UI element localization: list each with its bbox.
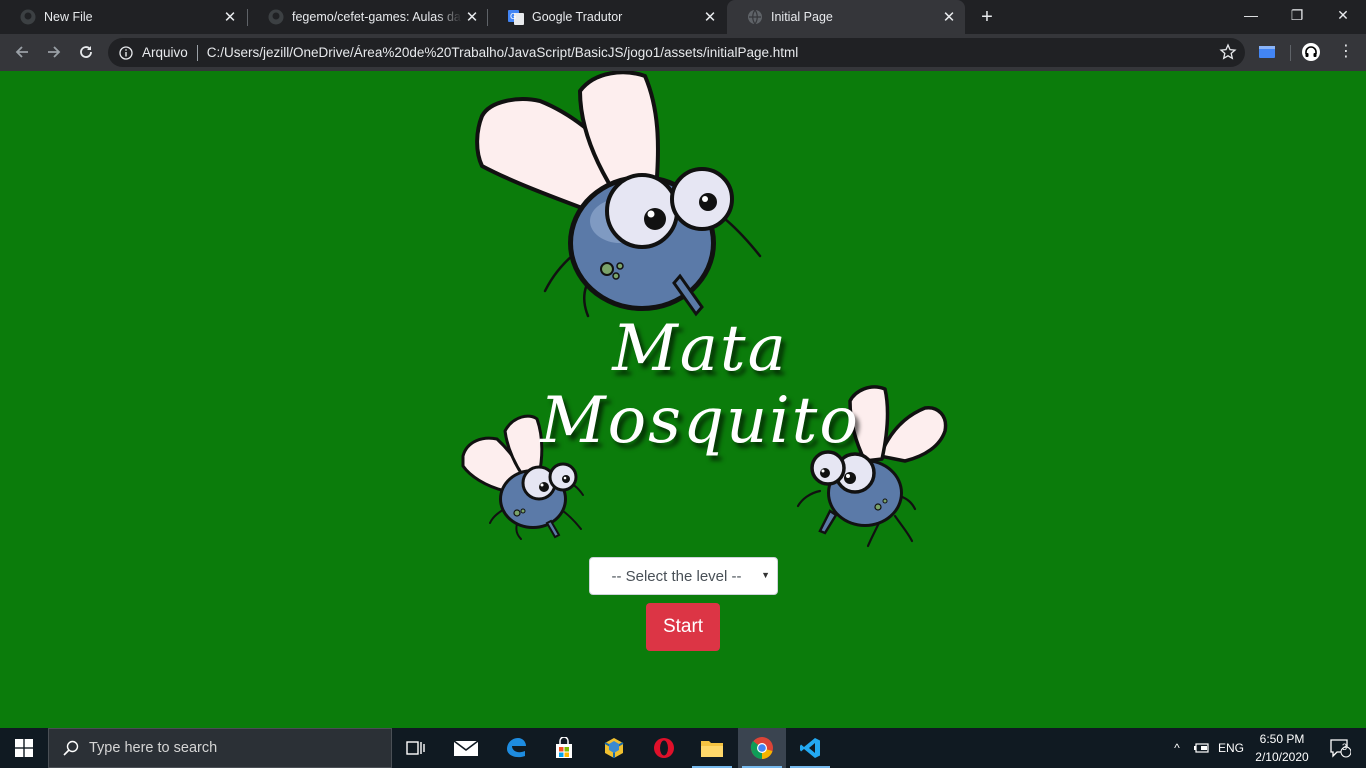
page-viewport: Mata Mosquito -- Select the level -- ▼ S… bbox=[0, 71, 1366, 728]
edge-icon bbox=[507, 738, 526, 758]
windows-logo-icon bbox=[15, 739, 33, 757]
notification-count: 3 bbox=[1342, 742, 1348, 752]
globe-icon bbox=[747, 9, 763, 25]
mosquito-large-image bbox=[475, 71, 762, 318]
folder-icon bbox=[701, 741, 723, 757]
back-button[interactable] bbox=[9, 39, 35, 65]
headphones-icon[interactable] bbox=[1302, 43, 1320, 61]
level-select[interactable]: -- Select the level -- ▼ bbox=[589, 557, 778, 595]
omnibox-divider bbox=[196, 44, 198, 61]
info-icon[interactable] bbox=[118, 45, 134, 61]
game-title-line2: Mosquito bbox=[540, 384, 860, 458]
close-icon[interactable]: ✕ bbox=[462, 7, 482, 27]
close-icon[interactable]: ✕ bbox=[220, 7, 240, 27]
mail-icon bbox=[453, 740, 479, 756]
tab-google-tradutor[interactable]: G Google Tradutor ✕ bbox=[488, 0, 726, 34]
chevron-down-icon: ▼ bbox=[761, 570, 770, 580]
taskbar-opera[interactable] bbox=[640, 728, 688, 768]
close-icon[interactable]: ✕ bbox=[939, 7, 959, 27]
game-title-line1: Mata bbox=[612, 312, 788, 386]
reload-button[interactable] bbox=[73, 39, 99, 65]
clock[interactable]: 6:50 PM 2/10/2020 bbox=[1252, 730, 1312, 766]
taskbar-file-explorer[interactable] bbox=[688, 728, 736, 768]
chrome-icon bbox=[750, 737, 773, 759]
browser-toolbar: Arquivo C:/Users/jezill/OneDrive/Área%20… bbox=[0, 34, 1366, 71]
start-button[interactable]: Start bbox=[646, 603, 720, 651]
windows-start-button[interactable] bbox=[0, 728, 48, 768]
clock-time: 6:50 PM bbox=[1259, 732, 1305, 746]
taskbar-search-box[interactable]: Type here to search bbox=[48, 728, 392, 768]
task-view-button[interactable] bbox=[392, 728, 440, 768]
restore-button[interactable]: ❐ bbox=[1274, 0, 1320, 30]
extension-icon[interactable] bbox=[1258, 43, 1276, 61]
clock-date: 2/10/2020 bbox=[1255, 750, 1309, 764]
arrow-right-icon bbox=[48, 46, 61, 58]
opera-icon bbox=[654, 738, 674, 758]
github-icon bbox=[20, 9, 36, 25]
address-bar[interactable]: Arquivo C:/Users/jezill/OneDrive/Área%20… bbox=[108, 38, 1245, 67]
toolbar-divider bbox=[1290, 45, 1291, 61]
taskbar-mail[interactable] bbox=[442, 728, 490, 768]
close-icon[interactable]: ✕ bbox=[700, 7, 720, 27]
battery-icon[interactable] bbox=[1190, 728, 1212, 768]
search-icon bbox=[63, 740, 79, 756]
tab-new-file[interactable]: New File ✕ bbox=[0, 0, 246, 34]
svg-text:G: G bbox=[510, 12, 516, 21]
vscode-icon bbox=[800, 738, 820, 758]
minimize-button[interactable]: — bbox=[1228, 0, 1274, 30]
google-translate-icon: G bbox=[508, 9, 524, 25]
task-view-icon bbox=[406, 741, 425, 755]
taskbar-store[interactable] bbox=[540, 728, 588, 768]
taskbar-3d-app[interactable] bbox=[590, 728, 638, 768]
action-center-button[interactable]: 3 bbox=[1320, 728, 1360, 768]
url-text[interactable]: C:/Users/jezill/OneDrive/Área%20de%20Tra… bbox=[207, 45, 799, 60]
tab-strip: New File ✕ fegemo/cefet-games: Aulas da … bbox=[0, 0, 1366, 34]
tab-initial-page[interactable]: Initial Page ✕ bbox=[727, 0, 965, 34]
scheme-label: Arquivo bbox=[142, 45, 188, 60]
tab-cefet-games[interactable]: fegemo/cefet-games: Aulas da disciplina … bbox=[248, 0, 488, 34]
taskbar-vscode[interactable] bbox=[786, 728, 834, 768]
level-select-placeholder: -- Select the level -- bbox=[611, 567, 742, 585]
tab-title: New File bbox=[44, 10, 93, 24]
game-title: Mata Mosquito bbox=[460, 313, 940, 457]
chevron-up-icon[interactable]: ^ bbox=[1166, 728, 1188, 768]
taskbar: Type here to search ^ ENG 6:50 PM 2/10/2… bbox=[0, 728, 1366, 768]
store-icon bbox=[556, 737, 572, 758]
taskbar-edge[interactable] bbox=[492, 728, 540, 768]
bookmark-star-icon[interactable] bbox=[1219, 43, 1237, 61]
kebab-menu-icon[interactable]: ⋮ bbox=[1336, 42, 1356, 62]
github-icon bbox=[268, 9, 284, 25]
search-placeholder: Type here to search bbox=[89, 740, 218, 756]
notification-icon bbox=[1330, 739, 1351, 758]
arrow-left-icon bbox=[15, 46, 28, 58]
close-window-button[interactable]: ✕ bbox=[1320, 0, 1366, 30]
tab-title: Google Tradutor bbox=[532, 10, 623, 24]
language-indicator[interactable]: ENG bbox=[1214, 728, 1248, 768]
new-tab-button[interactable]: + bbox=[976, 6, 998, 28]
reload-icon bbox=[80, 46, 92, 58]
taskbar-chrome[interactable] bbox=[738, 728, 786, 768]
tab-title: fegemo/cefet-games: Aulas da disciplina bbox=[292, 10, 462, 24]
tab-title: Initial Page bbox=[771, 10, 833, 24]
forward-button[interactable] bbox=[41, 39, 67, 65]
cube-app-icon bbox=[604, 738, 624, 758]
